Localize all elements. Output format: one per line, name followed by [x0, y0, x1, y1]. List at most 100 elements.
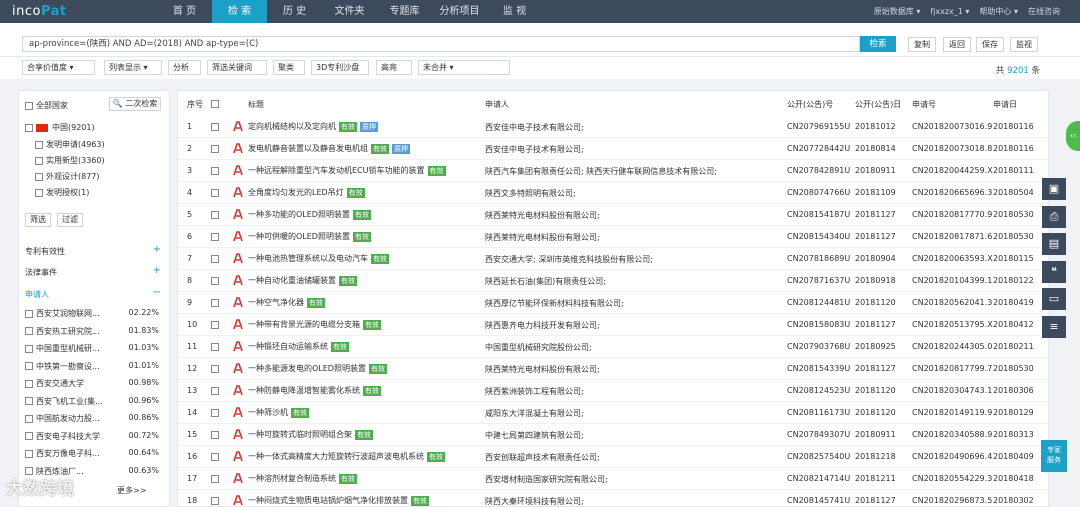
country-china[interactable]: 中国(9201): [25, 122, 95, 133]
section-2[interactable]: 申请人: [25, 289, 49, 300]
table-row[interactable]: 2 发电机静音装置以及静音发电机组 有效 质押 西安佳中电子技术有限公司; CN20772…: [178, 138, 1048, 160]
row-pub-no[interactable]: CN207842891U: [787, 166, 850, 175]
row-pub-no[interactable]: CN208154339U: [787, 364, 850, 373]
title-text[interactable]: 一种带有背景光源的电缆分支箱: [248, 320, 360, 329]
row-checkbox[interactable]: [211, 277, 219, 285]
row-pub-no[interactable]: CN208074766U: [787, 188, 850, 197]
applicant-item[interactable]: 西安飞机工业(集...: [25, 396, 103, 407]
second-search-button[interactable]: 🔍 二次检索: [109, 97, 161, 111]
tool-button-2[interactable]: 分析: [168, 60, 201, 75]
row-pub-no[interactable]: CN208124523U: [787, 386, 850, 395]
table-row[interactable]: 9 一种空气净化器 有效 陕西厚亿节能环保新材料科技有限公司; CN208124481U…: [178, 292, 1048, 314]
select-all-checkbox[interactable]: [211, 100, 219, 108]
save-icon[interactable]: ▣: [1042, 178, 1066, 200]
section-toggle-icon[interactable]: −: [153, 287, 161, 298]
nav-item-1[interactable]: 检 索: [212, 0, 267, 23]
row-title[interactable]: 一种可旋转式临时照明组合架 有效: [248, 429, 373, 440]
applicant-item[interactable]: 西安万像电子科...: [25, 448, 100, 459]
top-link-2[interactable]: 帮助中心 ▾: [979, 0, 1018, 23]
applicant-item[interactable]: 西安热工研究院...: [25, 326, 100, 337]
row-pub-no[interactable]: CN208214714U: [787, 474, 850, 483]
row-pub-no[interactable]: CN207969155U: [787, 122, 850, 131]
row-pub-no[interactable]: CN207728442U: [787, 144, 850, 153]
row-checkbox[interactable]: [211, 475, 219, 483]
table-row[interactable]: 4 全角度均匀发光的LED吊灯 有效 陕西文多特照明有限公司; CN208074766U…: [178, 182, 1048, 204]
row-title[interactable]: 全角度均匀发光的LED吊灯 有效: [248, 187, 365, 198]
pdf-icon[interactable]: [233, 363, 243, 374]
row-pub-no[interactable]: CN208145741U: [787, 496, 850, 505]
table-row[interactable]: 5 一种多功能的OLED照明装置 有效 陕西莱特光电材料股份有限公司; CN208154…: [178, 204, 1048, 226]
table-row[interactable]: 14 一种筛沙机 有效 咸阳东大洋混凝土有限公司; CN208116173U 201811…: [178, 402, 1048, 424]
table-row[interactable]: 15 一种可旋转式临时照明组合架 有效 中建七局第四建筑有限公司; CN20784930…: [178, 424, 1048, 446]
row-pub-no[interactable]: CN208257540U: [787, 452, 850, 461]
row-checkbox[interactable]: [211, 497, 219, 505]
row-checkbox[interactable]: [211, 255, 219, 263]
pdf-icon[interactable]: [233, 407, 243, 418]
pdf-icon[interactable]: [233, 385, 243, 396]
title-text[interactable]: 一种自动化重油储罐装置: [248, 276, 336, 285]
pdf-icon[interactable]: [233, 253, 243, 264]
top-link-3[interactable]: 在线咨询: [1028, 0, 1060, 23]
title-text[interactable]: 一种筛沙机: [248, 408, 288, 417]
nav-item-4[interactable]: 专题库: [377, 0, 432, 23]
title-text[interactable]: 一种远程解除重型汽车发动机ECU锁车功能的装置: [248, 166, 425, 175]
tool-button-6[interactable]: 高亮: [376, 60, 412, 75]
row-title[interactable]: 一种多能源发电的OLED照明装置 有效: [248, 363, 387, 374]
section-toggle-icon[interactable]: +: [153, 244, 161, 255]
row-checkbox[interactable]: [211, 431, 219, 439]
tool-button-1[interactable]: 列表显示 ▾: [104, 60, 162, 75]
applicant-item[interactable]: 西安交通大学: [25, 378, 84, 389]
row-checkbox[interactable]: [211, 409, 219, 417]
nav-item-5[interactable]: 分析项目: [432, 0, 487, 23]
row-checkbox[interactable]: [211, 321, 219, 329]
title-text[interactable]: 发电机静音装置以及静音发电机组: [248, 144, 368, 153]
row-title[interactable]: 定向机械结构以及定向机 有效 质押: [248, 121, 378, 132]
row-checkbox[interactable]: [211, 387, 219, 395]
row-pub-no[interactable]: CN208158083U: [787, 320, 850, 329]
patent-type-3[interactable]: 发明授权(1): [35, 187, 89, 198]
row-title[interactable]: 一种自动化重油储罐装置 有效: [248, 275, 357, 286]
title-text[interactable]: 一种锻坯自动运输系统: [248, 342, 328, 351]
database-icon[interactable]: ≡: [1042, 315, 1066, 338]
nav-item-0[interactable]: 首 页: [157, 0, 212, 23]
row-title[interactable]: 一种带有背景光源的电缆分支箱 有效: [248, 319, 381, 330]
row-checkbox[interactable]: [211, 167, 219, 175]
nav-item-6[interactable]: 监 视: [487, 0, 542, 23]
row-title[interactable]: 一种多功能的OLED照明装置 有效: [248, 209, 371, 220]
applicant-item[interactable]: 中国重型机械研...: [25, 343, 100, 354]
title-text[interactable]: 一种多能源发电的OLED照明装置: [248, 364, 366, 373]
top-link-0[interactable]: 原始数据库 ▾: [874, 0, 921, 23]
row-title[interactable]: 一种远程解除重型汽车发动机ECU锁车功能的装置 有效: [248, 165, 446, 176]
back-button[interactable]: 返回: [943, 37, 971, 52]
row-title[interactable]: 一种一体式高精度大力矩旋转行波超声波电机系统 有效: [248, 451, 445, 462]
table-row[interactable]: 3 一种远程解除重型汽车发动机ECU锁车功能的装置 有效 陕西汽车集团有限责任公司; …: [178, 160, 1048, 182]
section-1[interactable]: 法律事件: [25, 267, 57, 278]
tool-button-4[interactable]: 聚类: [273, 60, 305, 75]
tool-button-3[interactable]: 筛选关键词: [207, 60, 267, 75]
search-button[interactable]: 检索: [860, 36, 896, 52]
row-title[interactable]: 一种筛沙机 有效: [248, 407, 309, 418]
row-title[interactable]: 一种空气净化器 有效: [248, 297, 325, 308]
pdf-icon[interactable]: [233, 451, 243, 462]
tool-button-5[interactable]: 3D专利沙盘: [311, 60, 369, 75]
row-checkbox[interactable]: [211, 145, 219, 153]
applicant-item[interactable]: 中铁第一勘察设...: [25, 361, 100, 372]
more-link[interactable]: 更多>>: [117, 485, 146, 496]
pdf-icon[interactable]: [233, 165, 243, 176]
table-row[interactable]: 16 一种一体式高精度大力矩旋转行波超声波电机系统 有效 西安创联超声技术有限责任公司…: [178, 446, 1048, 468]
row-checkbox[interactable]: [211, 343, 219, 351]
quote-icon[interactable]: ❝: [1042, 260, 1066, 283]
row-checkbox[interactable]: [211, 299, 219, 307]
pdf-icon[interactable]: [233, 275, 243, 286]
row-title[interactable]: 一种可供暖的OLED照明装置 有效: [248, 231, 371, 242]
row-pub-no[interactable]: CN207849307U: [787, 430, 850, 439]
title-text[interactable]: 一种空气净化器: [248, 298, 304, 307]
row-checkbox[interactable]: [211, 233, 219, 241]
float-tab-button[interactable]: ‹‹: [1066, 121, 1080, 151]
row-pub-no[interactable]: CN208154340U: [787, 232, 850, 241]
pdf-icon[interactable]: [233, 297, 243, 308]
title-text[interactable]: 一种一体式高精度大力矩旋转行波超声波电机系统: [248, 452, 424, 461]
nav-item-2[interactable]: 历 史: [267, 0, 322, 23]
row-pub-no[interactable]: CN207871637U: [787, 276, 850, 285]
exclude-button[interactable]: 过滤: [57, 213, 83, 227]
